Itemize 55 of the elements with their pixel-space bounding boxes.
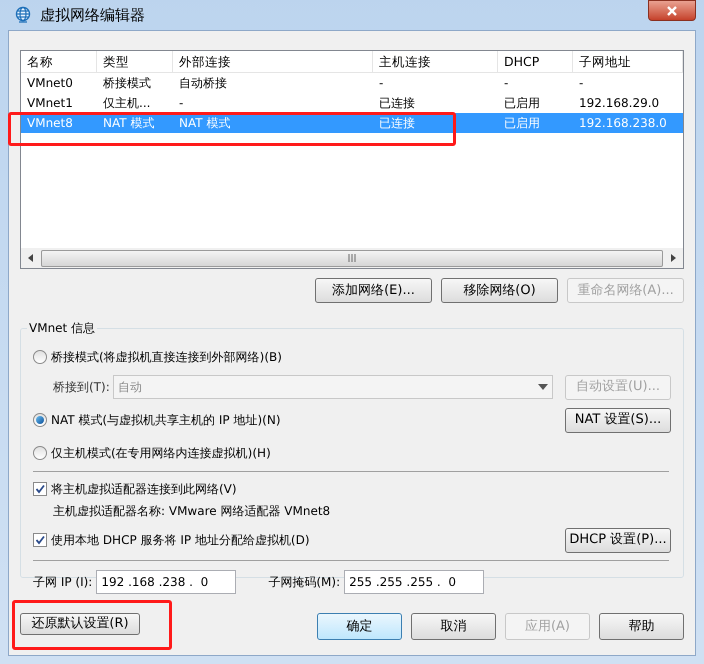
checkbox[interactable] xyxy=(33,533,47,547)
table-cell-text: - xyxy=(578,75,584,92)
radio-label: 仅主机模式(在专用网络内连接虚拟机)(H) xyxy=(51,445,271,462)
action-button[interactable]: 帮助 xyxy=(599,613,684,640)
checkbox-label: 使用本地 DHCP 服务将 IP 地址分配给虚拟机(D) xyxy=(51,532,310,549)
column-header[interactable]: DHCP xyxy=(498,51,573,73)
column-header[interactable]: 名称 xyxy=(21,51,97,73)
table-cell-text: NAT 模式 xyxy=(178,115,232,132)
table-cell-text: 自动桥接 xyxy=(178,75,228,92)
radio-label: 桥接模式(将虚拟机直接连接到外部网络)(B) xyxy=(51,349,282,366)
action-button[interactable]: DHCP 设置(P)... xyxy=(565,528,671,552)
close-icon xyxy=(666,6,678,16)
action-button[interactable]: 移除网络(O) xyxy=(441,278,558,303)
globe-icon xyxy=(14,6,32,24)
close-button[interactable] xyxy=(648,0,696,21)
column-header[interactable]: 子网地址 xyxy=(573,51,683,73)
input-field[interactable]: 192 .168 .238 . 0 xyxy=(96,570,236,594)
radio-button[interactable] xyxy=(33,413,47,427)
column-header[interactable]: 主机连接 xyxy=(373,51,498,73)
field-label: 子网掩码(M): xyxy=(268,574,340,591)
checkbox[interactable] xyxy=(33,482,47,496)
table-cell-text: 仅主机... xyxy=(102,95,152,112)
action-button[interactable]: NAT 设置(S)... xyxy=(565,408,671,432)
window-title: 虚拟网络编辑器 xyxy=(40,4,145,26)
column-header[interactable]: 外部连接 xyxy=(173,51,373,73)
table-cell-text: - xyxy=(378,75,384,92)
action-button[interactable]: 还原默认设置(R) xyxy=(20,613,140,634)
table-cell-text: 已启用 xyxy=(503,95,541,112)
group-title: VMnet 信息 xyxy=(27,319,98,337)
checkbox-label: 将主机虚拟适配器连接到此网络(V) xyxy=(51,481,237,498)
input-field[interactable]: 255 .255 .255 . 0 xyxy=(344,570,484,594)
table-cell-text: NAT 模式 xyxy=(102,115,156,132)
action-button[interactable]: 确定 xyxy=(317,613,402,640)
table-cell-text: 桥接模式 xyxy=(102,75,152,92)
radio-label: NAT 模式(与虚拟机共享主机的 IP 地址)(N) xyxy=(51,412,281,429)
adapter-name: 主机虚拟适配器名称: VMware 网络适配器 VMnet8 xyxy=(52,503,332,520)
radio-button[interactable] xyxy=(33,350,47,364)
action-button[interactable]: 添加网络(E)... xyxy=(315,278,432,303)
table-cell-text: 192.168.238.0 xyxy=(578,115,668,132)
column-header[interactable]: 类型 xyxy=(97,51,173,73)
table-cell-text: 192.168.29.0 xyxy=(578,95,660,112)
radio-button[interactable] xyxy=(33,446,47,460)
field-label: 桥接到(T): xyxy=(53,379,110,396)
action-button[interactable]: 取消 xyxy=(411,613,496,640)
scrollbar-thumb[interactable] xyxy=(41,250,663,266)
table-cell-text: VMnet0 xyxy=(26,75,74,92)
table-cell-text: 已启用 xyxy=(503,115,541,132)
table-cell-text: - xyxy=(503,75,510,92)
field-label: 子网 IP (I): xyxy=(33,574,92,591)
table-cell-text: VMnet8 xyxy=(26,115,74,132)
table-cell-text: - xyxy=(178,95,184,112)
table-cell-text: 已连接 xyxy=(378,115,416,132)
table-cell-text: 已连接 xyxy=(378,95,416,112)
table-cell-text: VMnet1 xyxy=(26,95,74,112)
caret-icon xyxy=(538,384,548,390)
